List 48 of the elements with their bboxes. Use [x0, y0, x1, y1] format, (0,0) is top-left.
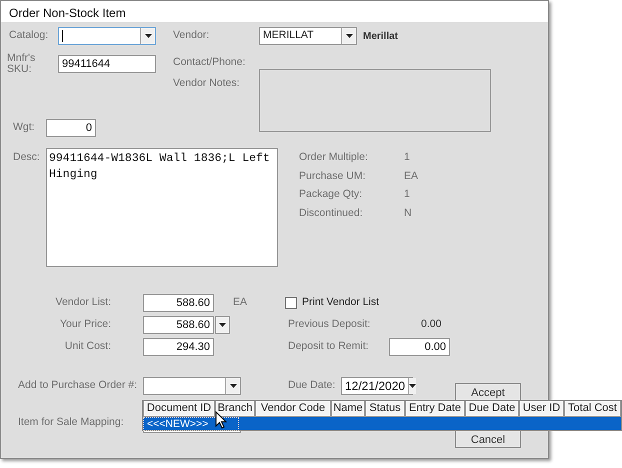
- due-date-picker[interactable]: 12/21/2020: [341, 377, 413, 395]
- field-label: Desc:: [13, 150, 41, 165]
- field-label: Mnfr's SKU:: [7, 53, 36, 75]
- field-label: Item for Sale Mapping:: [18, 415, 125, 430]
- unit-cost-field[interactable]: 294.30: [143, 338, 214, 356]
- info-label: Purchase UM:: [299, 168, 367, 184]
- vendor-name: Merillat: [363, 30, 398, 44]
- unit-label: EA: [233, 295, 248, 310]
- field-label: Vendor List:: [54, 295, 111, 310]
- field-label: Your Price:: [59, 317, 111, 332]
- deposit-value: 0.00: [421, 317, 442, 332]
- info-label: Order Multiple:: [299, 150, 369, 165]
- caret-icon: [230, 384, 236, 388]
- info-label: Discontinued:: [299, 206, 364, 220]
- info-label: Package Qty:: [299, 187, 364, 202]
- info-value: 1: [404, 150, 410, 165]
- vendor-notes-box[interactable]: [259, 68, 491, 132]
- caret-icon: [409, 384, 416, 388]
- catalog-dropdown[interactable]: [58, 27, 156, 45]
- field-label: Deposit to Remit:: [288, 339, 370, 354]
- info-value: N: [404, 206, 412, 220]
- field-label: Contact/Phone:: [173, 55, 246, 70]
- caret-icon: [219, 323, 226, 327]
- deposit-field[interactable]: 0.00: [389, 338, 450, 356]
- caret-icon: [346, 34, 352, 38]
- your-price-field[interactable]: 588.60: [143, 316, 214, 334]
- window-title: Order Non-Stock Item: [1, 1, 548, 22]
- field-label: Vendor Notes:: [173, 76, 241, 91]
- weight-field[interactable]: 0: [46, 119, 96, 137]
- field-label: Previous Deposit:: [288, 317, 372, 332]
- field-label: Vendor:: [173, 28, 210, 44]
- purchase-order-dropdown[interactable]: [143, 377, 241, 395]
- info-value: EA: [404, 168, 418, 184]
- list-row[interactable]: <<<NEW>>>: [143, 417, 621, 430]
- field-label: Due Date:: [288, 378, 336, 394]
- caret-icon: [144, 34, 152, 38]
- field-label: Catalog:: [9, 28, 50, 44]
- checkbox-label: Print Vendor List: [302, 295, 380, 310]
- field-label: Unit Cost:: [64, 339, 111, 354]
- field-label: Add to Purchase Order #:: [18, 378, 138, 394]
- description-textarea[interactable]: 99411644-W1836L Wall 1836;L Left Hinging: [46, 148, 278, 267]
- vendor-dropdown[interactable]: MERILLAT: [259, 27, 357, 45]
- field-label: Wgt:: [13, 120, 36, 136]
- dropdown-button[interactable]: [215, 316, 230, 334]
- checkbox[interactable]: [285, 297, 297, 309]
- info-value: 1: [404, 187, 410, 202]
- vendor-list-field[interactable]: 588.60: [143, 294, 214, 312]
- sku-field[interactable]: 99411644: [58, 55, 156, 73]
